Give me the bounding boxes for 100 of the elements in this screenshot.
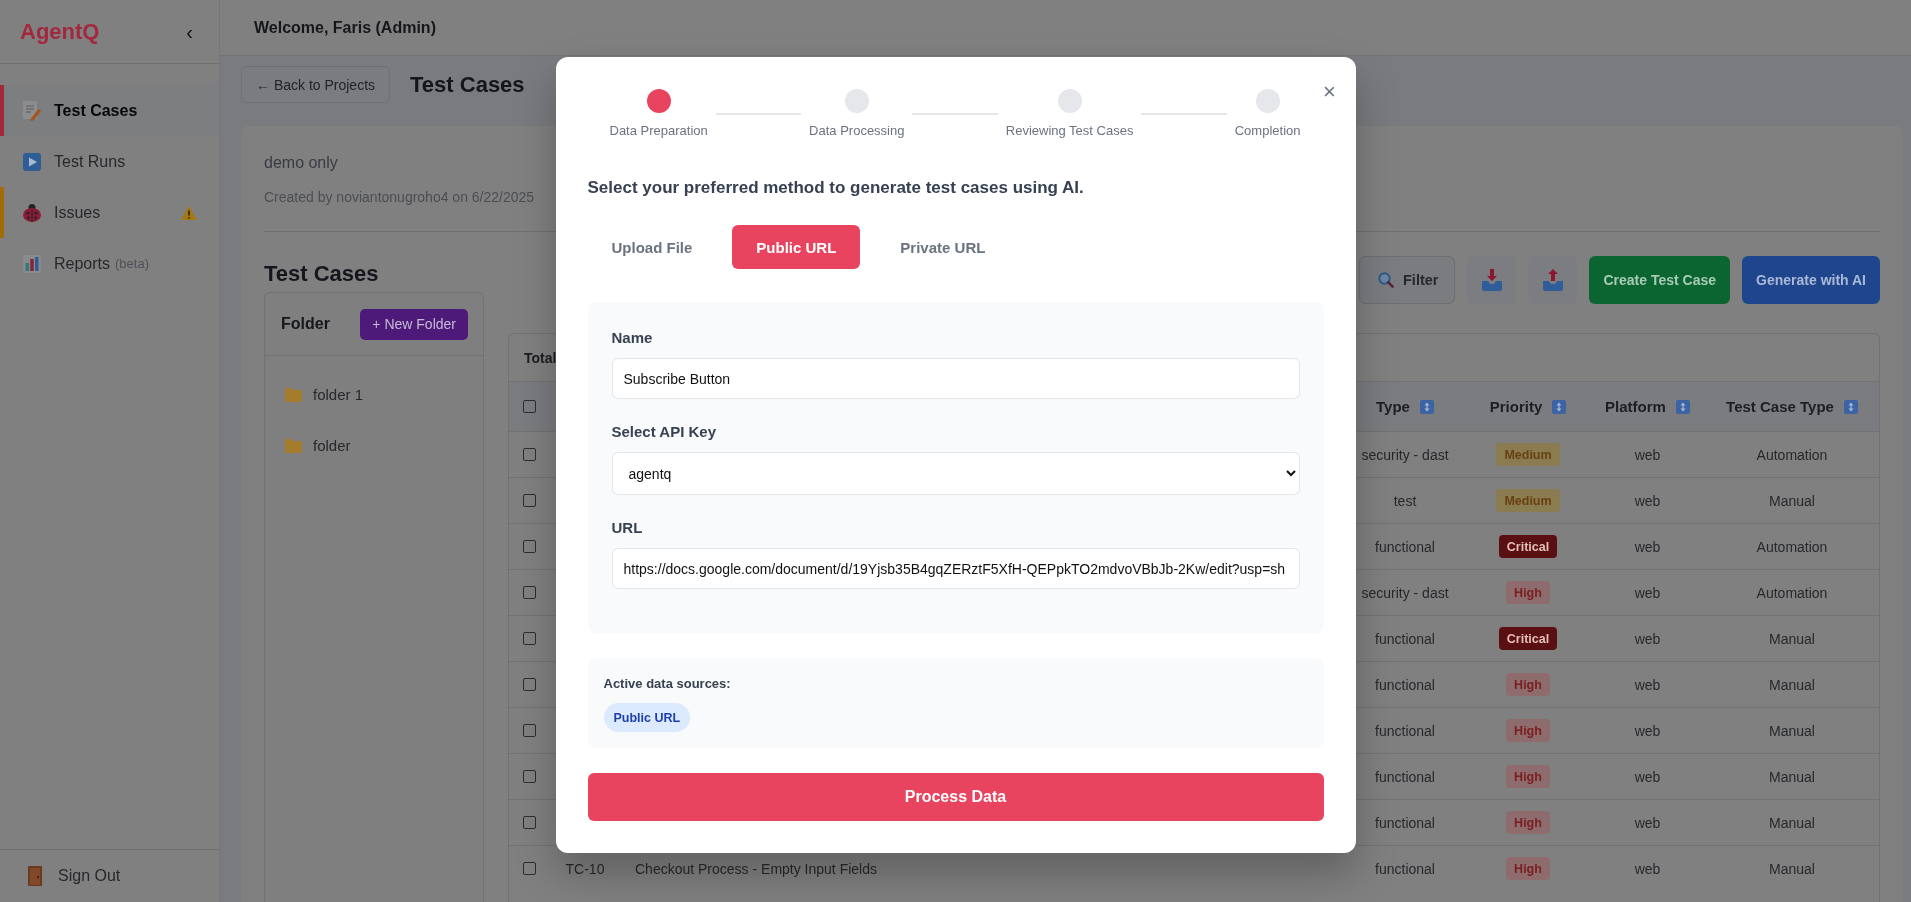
row-checkbox[interactable] — [522, 448, 536, 461]
table-cell: functional — [1375, 538, 1435, 555]
table-cell: Automation — [1756, 584, 1828, 601]
memo-icon — [23, 100, 41, 121]
folder-icon — [285, 438, 302, 453]
ladybug-icon — [23, 203, 41, 222]
field-label: Name — [611, 328, 653, 348]
table-cell: web — [1634, 768, 1661, 785]
priority-tag: Medium — [1496, 489, 1560, 512]
sign-out-link[interactable]: Sign Out — [0, 849, 219, 902]
table-cell: security - dast — [1361, 584, 1449, 601]
play-icon — [23, 152, 41, 171]
new-folder-button[interactable]: + New Folder — [360, 308, 468, 340]
table-cell: Automation — [1756, 538, 1828, 555]
table-cell: security - dast — [1361, 446, 1449, 463]
page-title: Test Cases — [410, 71, 525, 98]
row-checkbox[interactable] — [522, 862, 536, 875]
column-header[interactable]: Test Case Type — [1726, 398, 1834, 415]
folder-item[interactable]: folder 1 — [265, 369, 483, 420]
priority-tag: Medium — [1496, 443, 1560, 466]
priority-tag: Critical — [1498, 627, 1558, 650]
sort-icon[interactable] — [1419, 399, 1434, 414]
table-cell: Automation — [1756, 446, 1828, 463]
table-cell: Manual — [1769, 630, 1815, 647]
column-header[interactable]: Platform — [1605, 398, 1666, 415]
step-label: Data Preparation — [609, 123, 708, 139]
table-cell: web — [1634, 492, 1661, 509]
app-logo: AgentQ — [20, 18, 100, 45]
row-checkbox[interactable] — [522, 632, 536, 645]
table-cell: functional — [1375, 814, 1435, 831]
input-field[interactable]: https://docs.google.com/document/d/19Yjsb35B4gqZERztF5XfH-QEPpkTO2mdvoVBbJb-2Kw/edit?usp=sh — [611, 548, 1300, 589]
priority-tag: High — [1506, 673, 1550, 696]
table-cell: Checkout Process - Empty Input Fields — [635, 860, 877, 877]
sources-title: Active data sources: — [603, 675, 731, 693]
row-checkbox[interactable] — [522, 724, 536, 737]
search-icon — [1378, 272, 1394, 288]
column-header[interactable]: Priority — [1489, 398, 1543, 415]
sidebar-link[interactable]: Issues — [0, 187, 219, 238]
back-button[interactable]: ← Back to Projects — [241, 66, 391, 103]
warning-icon — [181, 205, 197, 220]
folder-heading: Folder — [281, 315, 330, 333]
sidebar-link[interactable]: Test Runs — [0, 136, 219, 187]
method-tab[interactable]: Private URL — [876, 225, 1010, 269]
row-checkbox[interactable] — [522, 678, 536, 691]
section-title: Test Cases — [264, 260, 379, 288]
filter-button[interactable]: Filter — [1359, 256, 1456, 304]
table-cell: test — [1393, 492, 1417, 509]
folder-icon — [285, 387, 302, 402]
create-test-case-button[interactable]: Create Test Case — [1589, 256, 1731, 304]
process-data-button[interactable]: Process Data — [587, 773, 1324, 821]
method-tab[interactable]: Upload File — [587, 225, 717, 269]
priority-tag: High — [1506, 765, 1550, 788]
table-cell: functional — [1375, 630, 1435, 647]
table-cell: Manual — [1769, 722, 1815, 739]
table-cell: Manual — [1769, 768, 1815, 785]
input-field[interactable]: Subscribe Button — [611, 358, 1300, 399]
upload-icon — [1542, 269, 1563, 291]
table-cell: Manual — [1769, 676, 1815, 693]
priority-tag: High — [1506, 719, 1550, 742]
generate-ai-button[interactable]: Generate with AI — [1742, 256, 1880, 304]
folder-item[interactable]: folder — [265, 420, 483, 471]
table-cell: web — [1634, 584, 1661, 601]
table-cell: Manual — [1769, 492, 1815, 509]
row-checkbox[interactable] — [522, 540, 536, 553]
table-cell: functional — [1375, 768, 1435, 785]
collapse-button[interactable]: ‹ — [182, 21, 197, 42]
table-cell: web — [1634, 722, 1661, 739]
sort-icon[interactable] — [1843, 399, 1858, 414]
download-icon — [1481, 269, 1502, 291]
table-total: Total — [524, 349, 557, 366]
priority-tag: High — [1506, 581, 1550, 604]
table-cell: web — [1634, 676, 1661, 693]
table-cell: functional — [1375, 676, 1435, 693]
project-name: demo only — [264, 153, 338, 173]
step-label: Reviewing Test Cases — [1005, 123, 1134, 139]
prompt-text: Select your preferred method to generate test cases using AI. — [587, 177, 1084, 199]
priority-tag: High — [1506, 811, 1550, 834]
table-cell: TC-10 — [565, 860, 605, 877]
priority-tag: Critical — [1498, 535, 1558, 558]
sort-icon[interactable] — [1675, 399, 1690, 414]
table-cell: functional — [1375, 860, 1435, 877]
column-header[interactable]: Type — [1376, 398, 1410, 415]
row-checkbox[interactable] — [522, 494, 536, 507]
table-cell: web — [1634, 446, 1661, 463]
close-button[interactable]: × — [1317, 80, 1342, 104]
select-field[interactable]: agentq — [611, 452, 1300, 495]
select-all-checkbox[interactable] — [522, 400, 536, 413]
row-checkbox[interactable] — [522, 770, 536, 783]
method-tab[interactable]: Public URL — [732, 225, 861, 269]
table-cell: web — [1634, 630, 1661, 647]
row-checkbox[interactable] — [522, 586, 536, 599]
sort-icon[interactable] — [1552, 399, 1567, 414]
step-label: Data Processing — [809, 123, 905, 139]
step-label: Completion — [1234, 123, 1301, 139]
table-cell: web — [1634, 860, 1661, 877]
table-cell: Manual — [1769, 860, 1815, 877]
row-checkbox[interactable] — [522, 816, 536, 829]
table-cell: web — [1634, 538, 1661, 555]
bar-chart-icon — [23, 254, 41, 273]
priority-tag: High — [1506, 857, 1550, 880]
